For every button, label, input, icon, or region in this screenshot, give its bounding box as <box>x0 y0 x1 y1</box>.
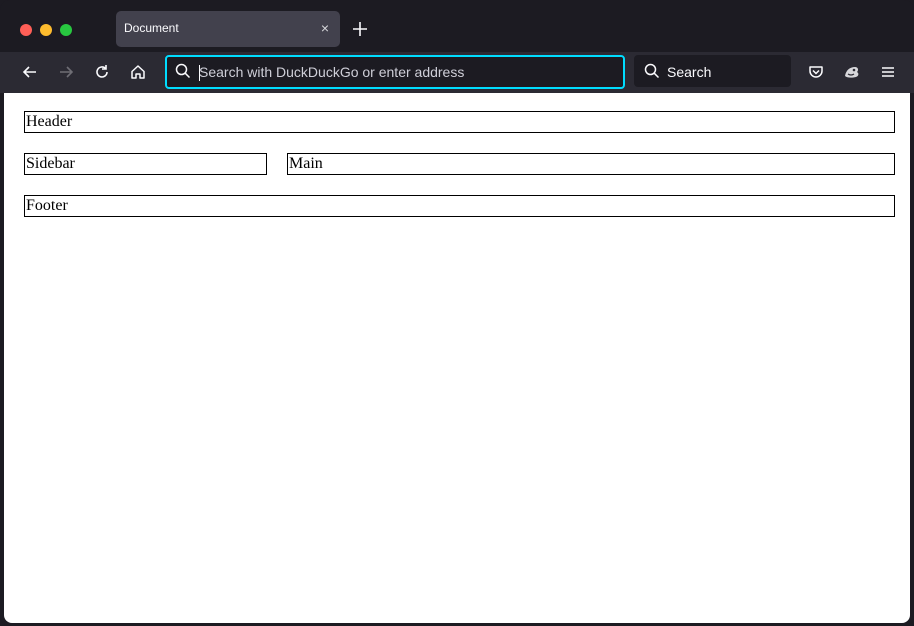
hamburger-menu-icon <box>882 67 894 77</box>
new-tab-button[interactable] <box>348 17 372 41</box>
home-icon <box>131 65 145 79</box>
page-footer: Footer <box>24 195 895 217</box>
forward-arrow-icon <box>60 66 74 78</box>
back-button[interactable] <box>20 62 40 82</box>
pocket-button[interactable] <box>806 62 826 82</box>
url-input[interactable] <box>199 61 609 83</box>
window-minimize-button[interactable] <box>40 24 52 36</box>
pocket-icon <box>809 66 823 78</box>
page-sidebar: Sidebar <box>24 153 267 175</box>
account-avatar-icon <box>845 67 859 78</box>
page-header: Header <box>24 111 895 133</box>
text-caret <box>199 65 200 81</box>
url-bar[interactable] <box>165 55 625 89</box>
search-bar-label: Search <box>667 64 712 80</box>
navigation-toolbar: Search <box>0 52 914 93</box>
tab-title: Document <box>124 21 179 35</box>
reload-button[interactable] <box>92 62 112 82</box>
search-icon <box>175 63 191 79</box>
forward-button[interactable] <box>56 62 76 82</box>
plus-icon <box>353 22 367 36</box>
tab-close-icon[interactable]: × <box>316 19 334 37</box>
search-bar[interactable]: Search <box>634 55 791 87</box>
home-button[interactable] <box>128 62 148 82</box>
page-content: Header Sidebar Main Footer <box>4 93 910 623</box>
menu-button[interactable] <box>878 62 898 82</box>
reload-icon <box>96 65 108 78</box>
account-button[interactable] <box>842 62 862 82</box>
browser-window: Document × Search with DuckDuckGo or ent… <box>0 0 914 626</box>
back-arrow-icon <box>22 66 36 78</box>
tab-strip: Document × <box>0 0 914 52</box>
page-main: Main <box>287 153 895 175</box>
window-maximize-button[interactable] <box>60 24 72 36</box>
window-close-button[interactable] <box>20 24 32 36</box>
search-icon <box>644 63 660 79</box>
tab-document[interactable]: Document × <box>116 11 340 47</box>
